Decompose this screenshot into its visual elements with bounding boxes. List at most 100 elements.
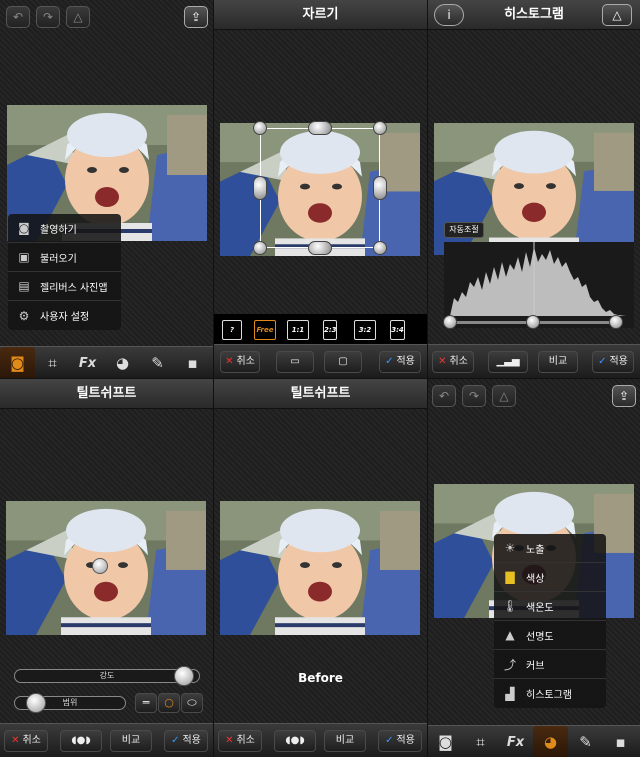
before-label: Before (298, 671, 343, 685)
photo-canvas (220, 501, 420, 635)
crop-frame-icon[interactable]: ▢ (324, 351, 362, 373)
reset-triangle-icon[interactable]: △ (66, 6, 90, 28)
apply-button[interactable]: ✓ 적용 (378, 730, 422, 752)
menu-item-jellybus[interactable]: ▤ 젤리버스 사진앱 (8, 272, 121, 301)
menu-item-label: 촬영하기 (40, 224, 77, 236)
crop-handle-left[interactable] (253, 176, 267, 200)
page-title: 자르기 (214, 0, 427, 30)
save-icon[interactable]: ▪ (603, 726, 638, 757)
top-toolbar: ↶ ↷ △ ⇪ (428, 379, 640, 413)
ratio-2-3[interactable]: 2:3 (323, 320, 337, 340)
redo-icon[interactable]: ↷ (462, 385, 486, 407)
histogram-icon[interactable]: ▁▃▅ (488, 351, 528, 373)
camera-icon: ◙ (18, 221, 30, 235)
linear-mode-icon[interactable]: ═ (135, 693, 157, 713)
ratio-free[interactable]: Free (254, 320, 276, 340)
menu-item-label: 노출 (526, 544, 545, 556)
menu-item-exposure[interactable]: ☀ 노출 (494, 534, 606, 563)
panel-crop: 자르기 ? Free 1:1 2:3 3:2 3:4 ✕ 취소 ▭ ▢ ✓ 적용 (214, 0, 427, 378)
crop-frame[interactable] (260, 128, 380, 248)
reset-triangle-icon[interactable]: △ (602, 4, 632, 26)
gear-icon: ⚙ (18, 308, 30, 323)
strength-slider[interactable]: 강도 (14, 669, 200, 683)
crop-icon[interactable]: ⌗ (35, 347, 70, 378)
menu-item-load[interactable]: ▣ 불러오기 (8, 243, 121, 272)
toggle-switch-icon[interactable]: ◖●◗ (274, 730, 316, 752)
redo-icon[interactable]: ↷ (36, 6, 60, 28)
auto-adjust-button[interactable]: 자동조절 (444, 222, 484, 238)
crop-handle-top[interactable] (308, 121, 332, 135)
ellipse-mode-icon[interactable]: ⬭ (181, 693, 203, 713)
cancel-button[interactable]: ✕ 취소 (218, 730, 262, 752)
menu-item-take-photo[interactable]: ◙ 촬영하기 (8, 214, 121, 243)
circle-mode-icon[interactable]: ○ (158, 693, 180, 713)
compare-button[interactable]: 비교 (110, 730, 152, 752)
cancel-button[interactable]: ✕ 취소 (4, 730, 48, 752)
menu-item-label: 사용자 설정 (40, 312, 90, 323)
effects-fx-icon[interactable]: Fx (70, 347, 105, 378)
menu-item-label: 색상 (526, 573, 545, 585)
share-icon[interactable]: ⇪ (184, 6, 208, 28)
menu-item-sharpness[interactable]: ▲ 선명도 (494, 621, 606, 650)
palette-icon[interactable]: ◕ (105, 347, 140, 378)
photo-album-icon: ▣ (18, 250, 30, 264)
ratio-question[interactable]: ? (222, 320, 242, 340)
range-label: 범위 (62, 698, 78, 707)
crop-icon[interactable]: ⌗ (463, 726, 498, 757)
save-icon[interactable]: ▪ (175, 347, 210, 378)
ratio-3-2[interactable]: 3:2 (354, 320, 376, 340)
apply-button[interactable]: ✓ 적용 (164, 730, 208, 752)
crop-bottom-bar: ✕ 취소 ▭ ▢ ✓ 적용 (214, 344, 427, 378)
edit-export-icon[interactable]: ✎ (140, 347, 175, 378)
menu-item-label: 커브 (526, 660, 545, 672)
edit-export-icon[interactable]: ✎ (568, 726, 603, 757)
camera-icon[interactable]: ◙ (0, 347, 35, 378)
black-point-handle[interactable] (443, 315, 457, 329)
cancel-button[interactable]: ✕ 취소 (220, 351, 260, 373)
toggle-switch-icon[interactable]: ◖●◗ (60, 730, 102, 752)
menu-item-temperature[interactable]: 🌡 색온도 (494, 592, 606, 621)
info-icon[interactable]: i (434, 4, 464, 26)
apply-button[interactable]: ✓ 적용 (592, 351, 634, 373)
crop-free-icon[interactable]: ▭ (276, 351, 314, 373)
mid-point-handle[interactable] (526, 315, 540, 329)
crop-handle-bottom[interactable] (308, 241, 332, 255)
menu-item-label: 히스토그램 (526, 690, 572, 701)
crop-handle-bottom-left[interactable] (253, 241, 267, 255)
apply-button[interactable]: ✓ 적용 (379, 351, 421, 373)
crop-handle-top-left[interactable] (253, 121, 267, 135)
undo-icon[interactable]: ↶ (6, 6, 30, 28)
compare-button[interactable]: 비교 (324, 730, 366, 752)
menu-item-label: 불러오기 (40, 253, 77, 265)
tiltshift-focus-point[interactable] (92, 558, 108, 574)
triangle-icon: ▲ (505, 628, 515, 642)
menu-item-histogram[interactable]: ▟ 히스토그램 (494, 679, 606, 708)
undo-icon[interactable]: ↶ (432, 385, 456, 407)
white-point-handle[interactable] (609, 315, 623, 329)
histogram-icon: ▟ (505, 686, 515, 701)
strength-knob[interactable] (174, 666, 194, 686)
compare-button[interactable]: 비교 (538, 351, 578, 373)
menu-item-label: 젤리버스 사진앱 (40, 282, 108, 294)
ratio-1-1[interactable]: 1:1 (287, 320, 309, 340)
effects-fx-icon[interactable]: Fx (498, 726, 533, 757)
palette-icon[interactable]: ◕ (533, 726, 568, 757)
crop-handle-top-right[interactable] (373, 121, 387, 135)
menu-item-settings[interactable]: ⚙ 사용자 설정 (8, 301, 121, 330)
menu-item-color[interactable]: ▇ 색상 (494, 563, 606, 592)
crop-handle-bottom-right[interactable] (373, 241, 387, 255)
page-title: 틸트쉬프트 (0, 379, 213, 409)
cancel-button[interactable]: ✕ 취소 (432, 351, 474, 373)
menu-item-curve[interactable]: ⤴ 커브 (494, 650, 606, 679)
curve-icon: ⤴ (503, 657, 516, 672)
sun-icon: ☀ (504, 541, 516, 555)
tiltshift-bottom-bar: ✕ 취소 ◖●◗ 비교 ✓ 적용 (0, 723, 213, 757)
share-icon[interactable]: ⇪ (612, 385, 636, 407)
crop-handle-right[interactable] (373, 176, 387, 200)
menu-item-label: 색온도 (526, 602, 554, 614)
camera-icon[interactable]: ◙ (428, 726, 463, 757)
reset-triangle-icon[interactable]: △ (492, 385, 516, 407)
panel-tiltshift: 틸트쉬프트 강도 범위 ═ ○ ⬭ ✕ 취소 ◖●◗ 비교 ✓ 적용 (0, 379, 213, 757)
ratio-3-4[interactable]: 3:4 (390, 320, 405, 340)
range-knob[interactable] (26, 693, 46, 713)
